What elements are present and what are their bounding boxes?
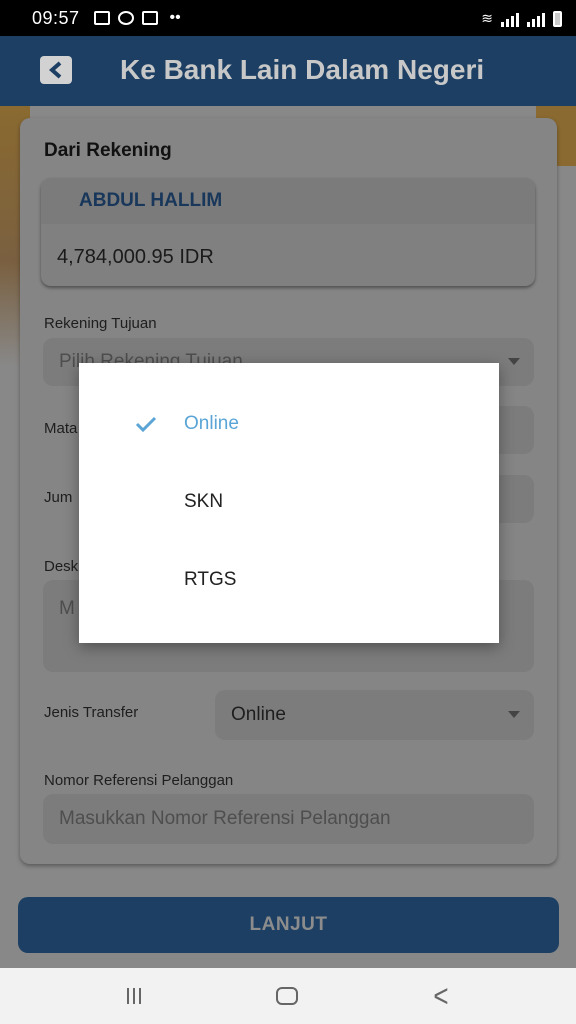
nomor-referensi-input[interactable]: Masukkan Nomor Referensi Pelanggan — [43, 794, 534, 844]
source-account-card[interactable]: ABDUL HALLIM 4,784,000.95 IDR — [41, 178, 535, 286]
option-online[interactable]: Online — [79, 385, 499, 463]
lanjut-button[interactable]: LANJUT — [18, 897, 559, 953]
section-title: Dari Rekening — [44, 140, 172, 161]
jenis-transfer-value: Online — [231, 704, 286, 725]
recent-apps-icon[interactable] — [127, 988, 142, 1004]
deskripsi-label: Desk — [44, 558, 79, 575]
whatsapp-icon — [117, 11, 134, 25]
account-balance: 4,784,000.95 IDR — [57, 246, 214, 268]
chevron-down-icon — [508, 711, 520, 718]
option-label: Online — [184, 413, 239, 434]
wifi-icon: ≋ — [481, 10, 493, 26]
home-icon[interactable] — [276, 987, 299, 1005]
checkmark-icon — [135, 416, 157, 432]
system-nav-bar: < — [0, 968, 576, 1024]
back-nav-icon[interactable]: < — [433, 977, 448, 1014]
rekening-tujuan-label: Rekening Tujuan — [44, 315, 157, 332]
page-title: Ke Bank Lain Dalam Negeri — [120, 54, 485, 85]
chevron-down-icon — [508, 358, 520, 365]
transfer-type-dialog: Online SKN RTGS — [79, 363, 499, 643]
more-notifications-icon: •• — [169, 9, 181, 26]
option-label: RTGS — [184, 569, 237, 590]
nomor-referensi-label: Nomor Referensi Pelanggan — [44, 772, 234, 789]
jenis-transfer-label: Jenis Transfer — [44, 704, 139, 721]
battery-icon — [553, 11, 562, 27]
status-bar: 09:57 •• ≋ — [0, 0, 576, 36]
jumlah-label: Jum — [44, 489, 73, 506]
signal-icon-2 — [527, 13, 545, 27]
back-button[interactable] — [40, 56, 72, 84]
shopping-bag-icon — [141, 11, 158, 25]
option-rtgs[interactable]: RTGS — [79, 541, 499, 619]
option-label: SKN — [184, 491, 224, 512]
deskripsi-placeholder: M — [59, 598, 75, 619]
option-skn[interactable]: SKN — [79, 463, 499, 541]
chevron-left-icon — [49, 61, 62, 79]
gallery-icon — [93, 11, 110, 25]
signal-icon — [501, 13, 519, 27]
account-name: ABDUL HALLIM — [41, 178, 535, 224]
nomor-referensi-placeholder: Masukkan Nomor Referensi Pelanggan — [59, 808, 391, 829]
app-header: Ke Bank Lain Dalam Negeri — [0, 36, 576, 106]
clock: 09:57 — [32, 7, 80, 28]
mata-uang-label: Mata — [44, 420, 78, 437]
jenis-transfer-select[interactable]: Online — [215, 690, 534, 740]
